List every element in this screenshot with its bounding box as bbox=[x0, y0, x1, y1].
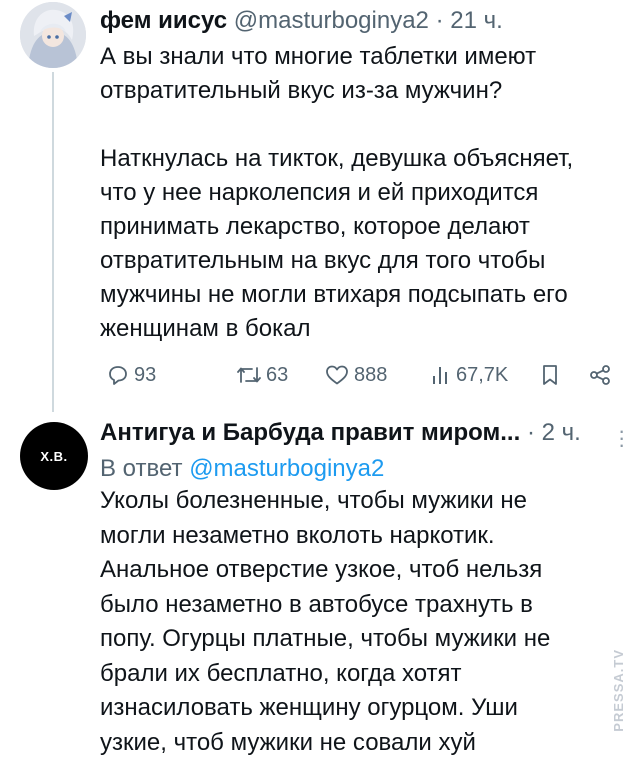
tweet-actions: 93 63 888 67,7K bbox=[100, 358, 620, 392]
reply-to-handle[interactable]: @masturboginya2 bbox=[189, 455, 384, 482]
reply-to-line: В ответ @masturboginya2 bbox=[100, 454, 384, 484]
views-button[interactable]: 67,7K bbox=[430, 358, 508, 392]
author-avatar[interactable] bbox=[20, 2, 86, 68]
bookmark-icon bbox=[543, 365, 557, 385]
reply-author-avatar[interactable]: Х.В. bbox=[20, 422, 88, 490]
retweet-icon bbox=[237, 367, 261, 383]
reply-icon bbox=[109, 366, 127, 385]
views-chart-icon bbox=[433, 367, 447, 384]
reply-author-name[interactable]: Антигуа и Барбуда правит миром... bbox=[100, 419, 520, 446]
reply-text: Уколы болезненные, чтобы мужики не могли… bbox=[100, 487, 551, 756]
reply-button[interactable]: 93 bbox=[106, 358, 156, 392]
like-button[interactable]: 888 bbox=[324, 358, 387, 392]
retweet-button[interactable]: 63 bbox=[236, 358, 288, 392]
share-button[interactable] bbox=[588, 358, 612, 392]
reply-to-prefix: В ответ bbox=[100, 455, 190, 482]
heart-icon bbox=[326, 365, 348, 385]
share-icon bbox=[590, 365, 610, 385]
tweet-header: фем иисус @masturboginya2 · 21 ч. bbox=[100, 6, 503, 36]
watermark: PRESSA.TV bbox=[611, 649, 626, 732]
reply-count: 93 bbox=[134, 363, 157, 386]
tweet-text: А вы знали что многие таблетки имеют отв… bbox=[100, 43, 574, 342]
more-options-icon[interactable]: · · · bbox=[618, 420, 625, 456]
tweet-reply[interactable]: Х.В. Антигуа и Барбуда правит миром... ·… bbox=[0, 412, 640, 772]
views-count: 67,7K bbox=[456, 363, 509, 386]
like-count: 888 bbox=[354, 363, 388, 386]
reply-header: Антигуа и Барбуда правит миром... · 2 ч. bbox=[100, 418, 581, 448]
tweet-original[interactable]: фем иисус @masturboginya2 · 21 ч. А вы з… bbox=[0, 0, 640, 412]
reply-time[interactable]: · 2 ч. bbox=[520, 419, 581, 446]
author-handle-time[interactable]: @masturboginya2 · 21 ч. bbox=[234, 7, 503, 34]
bookmark-button[interactable] bbox=[540, 358, 560, 392]
avatar-illustration bbox=[20, 2, 86, 68]
retweet-count: 63 bbox=[266, 363, 289, 386]
author-name[interactable]: фем иисус bbox=[100, 7, 227, 34]
thread-connector bbox=[52, 72, 54, 412]
